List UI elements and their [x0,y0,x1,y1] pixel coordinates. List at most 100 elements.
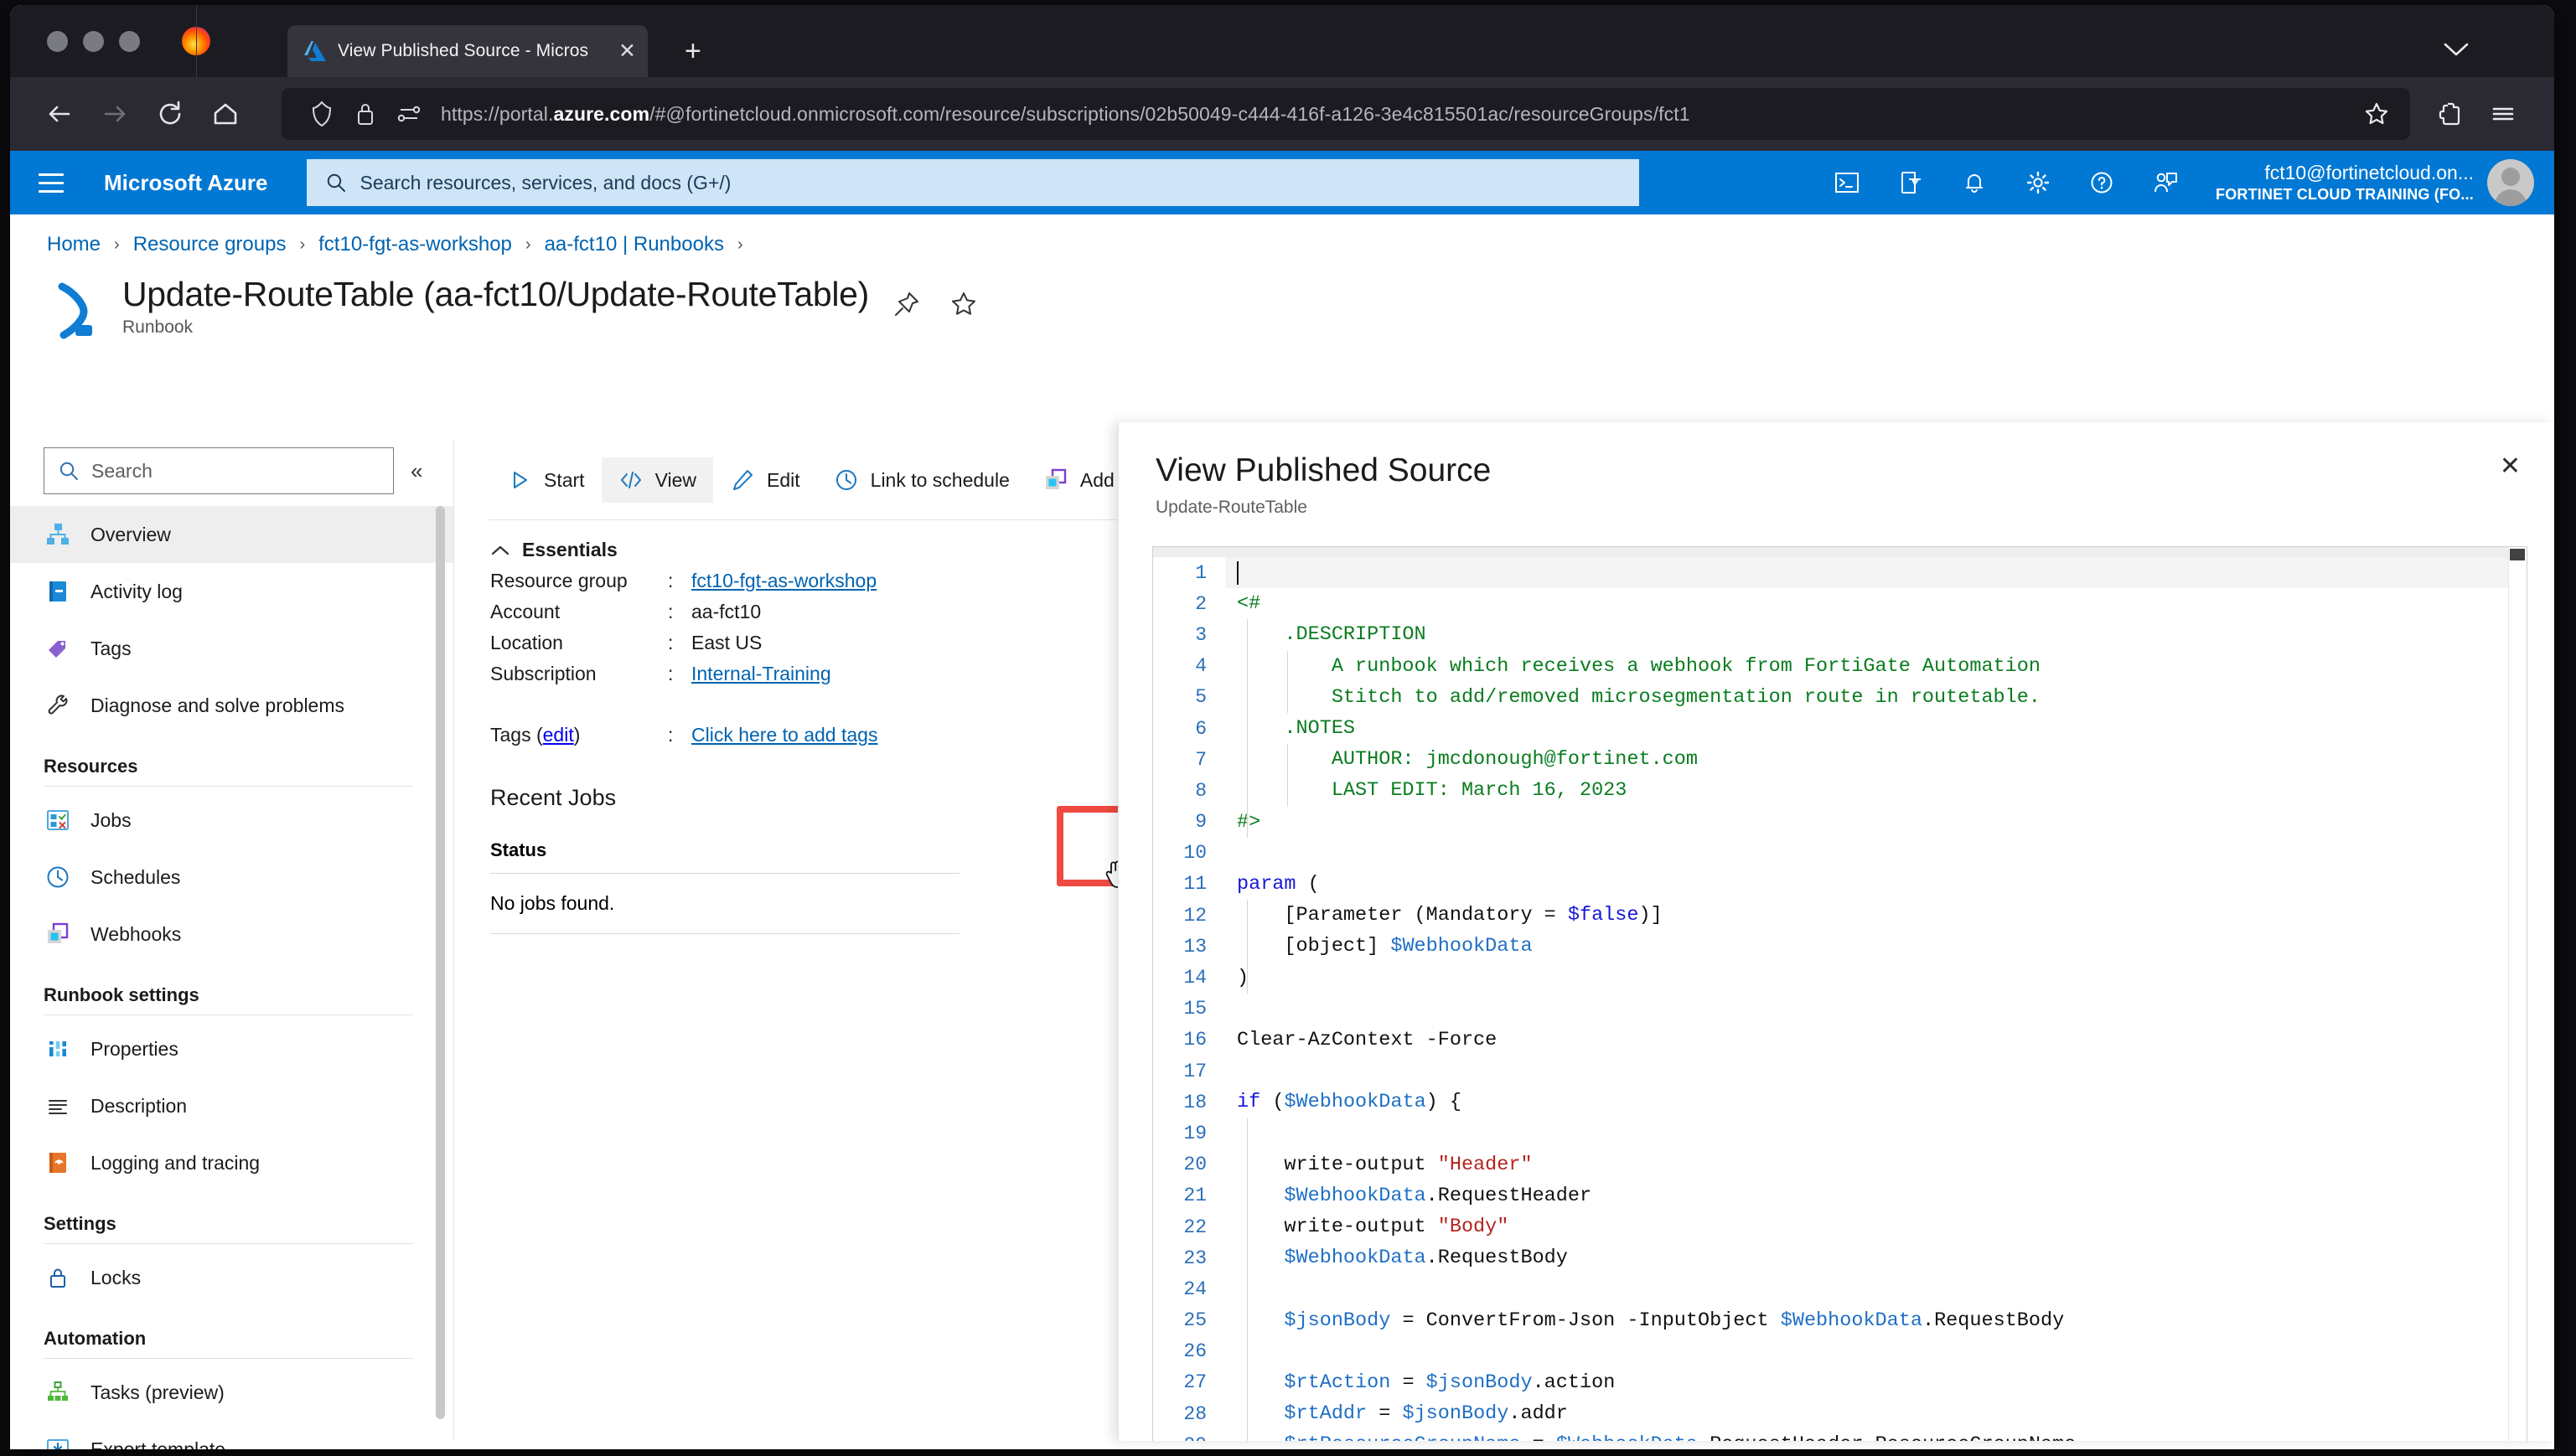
extensions-icon[interactable] [2425,88,2477,140]
account-info[interactable]: fct10@fortinetcloud.on... FORTINET CLOUD… [2197,161,2487,204]
breadcrumb-item-home[interactable]: Home [47,233,101,256]
portal-menu-icon[interactable] [34,173,79,193]
editor-scrollbar[interactable] [2508,547,2527,1441]
code-text[interactable]: [object] $WebhookData [1225,931,2508,962]
breadcrumb-item-resource-group[interactable]: fct10-fgt-as-workshop [318,233,512,256]
code-text[interactable]: [Parameter (Mandatory = $false)] [1225,900,2508,931]
code-text[interactable] [1225,1336,2508,1367]
sidebar-item-schedules[interactable]: Schedules [10,849,453,906]
code-text[interactable] [1225,994,2508,1025]
shield-icon[interactable] [300,101,344,127]
sidebar-item-webhooks[interactable]: Webhooks [10,906,453,963]
code-line: 5 Stitch to add/removed microsegmentatio… [1153,682,2508,713]
code-text[interactable]: <# [1225,588,2508,619]
close-icon[interactable]: ✕ [615,40,636,62]
list-all-tabs-icon[interactable] [2442,40,2470,59]
back-icon[interactable] [32,86,87,142]
code-text[interactable]: $WebhookData .RequestHeader [1225,1180,2508,1211]
code-text[interactable]: $rtAddr = $jsonBody .addr [1225,1398,2508,1429]
add-tags-link[interactable]: Click here to add tags [691,724,877,746]
code-text[interactable] [1225,1118,2508,1149]
add-webhook-button[interactable]: Add [1027,457,1131,503]
azure-brand[interactable]: Microsoft Azure [104,170,268,196]
reload-icon[interactable] [142,86,198,142]
notifications-icon[interactable] [1942,151,2006,214]
sidebar-item-locks[interactable]: Locks [10,1249,453,1306]
view-button[interactable]: View [601,457,714,503]
code-text[interactable]: Stitch to add/removed microsegmentation … [1225,682,2508,713]
code-text[interactable]: .NOTES [1225,713,2508,744]
code-text[interactable]: $rtResourceGroupName = $WebhookData.Requ… [1225,1429,2508,1441]
code-text[interactable]: AUTHOR: jmcdonough@fortinet.com [1225,744,2508,775]
bookmark-star-icon[interactable] [2343,101,2410,127]
sidebar-item-properties[interactable]: Properties [10,1020,453,1077]
pin-icon[interactable] [892,290,921,318]
browser-tab[interactable]: View Published Source - Microsc ✕ [287,25,648,77]
lock-icon[interactable] [344,101,387,127]
edit-button[interactable]: Edit [713,457,817,503]
sidebar-item-tasks[interactable]: Tasks (preview) [10,1364,453,1421]
sidebar-scrollbar[interactable] [436,506,445,1419]
favorite-star-icon[interactable] [949,290,978,318]
directories-subscriptions-icon[interactable] [1879,151,1942,214]
jobs-icon [44,806,72,834]
sidebar-item-logging-and-tracing[interactable]: Logging and tracing [10,1134,453,1191]
start-button[interactable]: Start [490,457,602,503]
code-text[interactable]: $WebhookData .RequestBody [1225,1242,2508,1273]
code-text[interactable] [1225,1056,2508,1087]
close-window-dot[interactable] [47,31,68,52]
breadcrumb-separator: › [299,235,306,254]
close-icon[interactable]: ✕ [2500,454,2521,479]
editor-scrollbar-thumb[interactable] [2510,549,2525,560]
code-text[interactable]: if ($WebhookData) { [1225,1087,2508,1118]
browser-tabstrip: View Published Source - Microsc ✕ + [10,5,2554,77]
minimize-window-dot[interactable] [83,31,104,52]
code-text[interactable]: $jsonBody = ConvertFrom-Json -InputObjec… [1225,1305,2508,1336]
breadcrumb-item-runbooks[interactable]: aa-fct10 | Runbooks [545,233,724,256]
collapse-sidebar-button[interactable]: « [411,458,422,484]
code-text[interactable]: param ( [1225,869,2508,900]
url-text[interactable]: https://portal.azure.com/#@fortinetcloud… [431,103,1690,126]
sidebar-item-overview[interactable]: Overview [10,506,453,563]
help-question-icon[interactable] [2070,151,2134,214]
app-menu-icon[interactable] [2477,88,2529,140]
home-icon[interactable] [198,86,253,142]
link-to-schedule-button[interactable]: Link to schedule [817,457,1027,503]
code-text[interactable]: write-output "Header" [1225,1149,2508,1180]
code-text[interactable]: .DESCRIPTION [1225,619,2508,650]
subscription-link[interactable]: Internal-Training [691,663,831,684]
url-bar[interactable]: https://portal.azure.com/#@fortinetcloud… [282,88,2410,140]
breadcrumb-item-resource-groups[interactable]: Resource groups [133,233,287,256]
code-token: = ConvertFrom-Json -InputObject [1390,1309,1781,1332]
code-text[interactable]: $rtAction = $jsonBody .action [1225,1367,2508,1398]
code-text[interactable]: ) [1225,962,2508,993]
sidebar-item-export-template[interactable]: Export template [10,1421,453,1449]
code-text[interactable]: #> [1225,807,2508,838]
feedback-icon[interactable] [2134,151,2197,214]
code-text[interactable]: LAST EDIT: March 16, 2023 [1225,775,2508,806]
avatar[interactable] [2487,159,2534,206]
source-code-editor[interactable]: 1 2 <# 3 .DESCRIPTION 4 A runbook which rece… [1152,546,2527,1441]
cloud-shell-icon[interactable] [1815,151,1879,214]
window-controls[interactable] [10,31,140,77]
resource-group-link[interactable]: fct10-fgt-as-workshop [691,570,877,591]
sidebar-item-tags[interactable]: Tags [10,620,453,677]
azure-header-icons: fct10@fortinetcloud.on... FORTINET CLOUD… [1815,151,2539,214]
sidebar-item-activity-log[interactable]: Activity log [10,563,453,620]
permissions-icon[interactable] [387,102,431,126]
sidebar-item-diagnose[interactable]: Diagnose and solve problems [10,677,453,734]
code-text[interactable]: A runbook which receives a webhook from … [1225,651,2508,682]
settings-gear-icon[interactable] [2006,151,2070,214]
tags-edit-link[interactable]: edit [543,724,574,746]
sidebar-item-jobs[interactable]: Jobs [10,792,453,849]
code-text[interactable] [1225,557,2508,589]
new-tab-button[interactable]: + [685,37,701,65]
global-search-input[interactable]: Search resources, services, and docs (G+… [306,159,1639,206]
code-text[interactable]: write-output "Body" [1225,1211,2508,1242]
sidebar-item-description[interactable]: Description [10,1077,453,1134]
code-text[interactable] [1225,838,2508,869]
code-text[interactable] [1225,1273,2508,1304]
maximize-window-dot[interactable] [119,31,140,52]
code-text[interactable]: Clear-AzContext -Force [1225,1025,2508,1056]
search-input[interactable]: Search [44,447,394,494]
